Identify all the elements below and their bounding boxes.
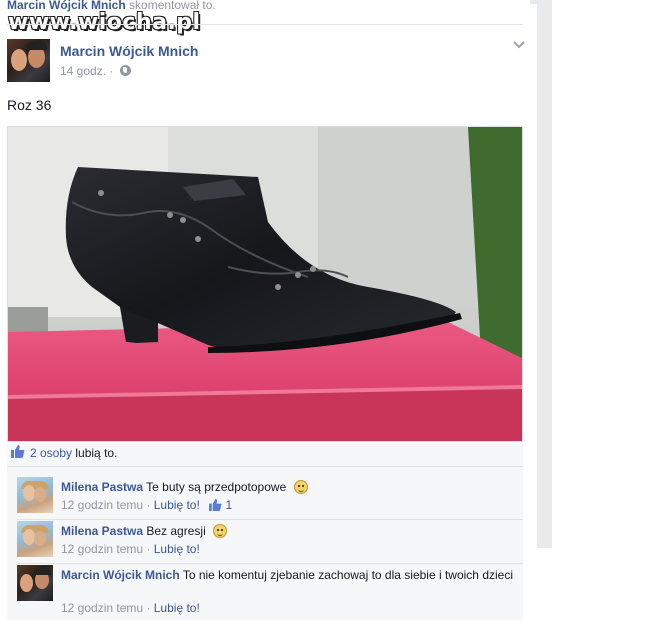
meta-separator: ·: [146, 542, 151, 556]
divider: [7, 24, 523, 25]
author-avatar[interactable]: [7, 39, 50, 82]
meta-separator: ·: [146, 498, 151, 512]
likes-suffix: lubią to.: [75, 446, 118, 460]
comment-author[interactable]: Marcin Wójcik Mnich: [61, 568, 180, 582]
globe-icon[interactable]: [119, 65, 131, 76]
comment-divider: [17, 519, 523, 520]
comment-meta: 12 godzin temu · Lubię to! 1: [61, 498, 232, 512]
comment-meta: 12 godzin temu · Lubię to!: [61, 601, 200, 615]
comment-timestamp[interactable]: 12 godzin temu: [61, 601, 143, 615]
comment-like-button[interactable]: Lubię to!: [154, 498, 200, 512]
comment-text: Bez agresji: [146, 524, 206, 538]
comment-like-button[interactable]: Lubię to!: [154, 542, 200, 556]
comment-body: Milena Pastwa Bez agresji: [61, 524, 516, 539]
post-timestamp[interactable]: 14 godz.: [60, 64, 106, 78]
post-text: Roz 36: [7, 97, 52, 113]
site-watermark: www.wiocha.pl: [8, 10, 201, 35]
post-photo[interactable]: [7, 126, 523, 442]
right-column: [552, 0, 652, 620]
comment-text: Te buty są przedpotopowe: [146, 480, 287, 494]
comment-author[interactable]: Milena Pastwa: [61, 480, 143, 494]
post-card: Marcin Wójcik Mnich skomentował to. www.…: [0, 0, 530, 620]
comment-body: Milena Pastwa Te buty są przedpotopowe: [61, 480, 516, 495]
comment-author[interactable]: Milena Pastwa: [61, 524, 143, 538]
meta-separator: ·: [146, 601, 151, 615]
chevron-down-icon[interactable]: [512, 39, 526, 51]
like-thumb-icon: [209, 498, 222, 511]
comment-divider: [17, 563, 523, 564]
comment-timestamp[interactable]: 12 godzin temu: [61, 542, 143, 556]
comment-body: Marcin Wójcik Mnich To nie komentuj zjeb…: [61, 568, 523, 583]
comment-avatar[interactable]: [17, 477, 53, 513]
meta-separator: ·: [109, 64, 114, 78]
comment-avatar[interactable]: [17, 521, 53, 557]
likes-summary: 2 osoby lubią to.: [30, 446, 117, 460]
comment-meta: 12 godzin temu · Lubię to!: [61, 542, 200, 556]
comment-avatar[interactable]: [17, 565, 53, 601]
comment-timestamp[interactable]: 12 godzin temu: [61, 498, 143, 512]
likes-count-link[interactable]: 2 osoby: [30, 446, 72, 460]
comment-like-count[interactable]: 1: [225, 498, 232, 512]
comment-text: To nie komentuj zjebanie zachowaj to dla…: [182, 568, 513, 582]
grimace-emoji-icon: [213, 524, 228, 538]
boot-photo-illustration: [8, 127, 522, 441]
scrollbar-track[interactable]: [537, 0, 552, 548]
like-thumb-icon: [11, 445, 25, 458]
post-author-name[interactable]: Marcin Wójcik Mnich: [60, 43, 198, 59]
comment-like-button[interactable]: Lubię to!: [154, 601, 200, 615]
smile-emoji-icon: [293, 480, 308, 494]
post-meta: 14 godz. ·: [60, 64, 131, 78]
